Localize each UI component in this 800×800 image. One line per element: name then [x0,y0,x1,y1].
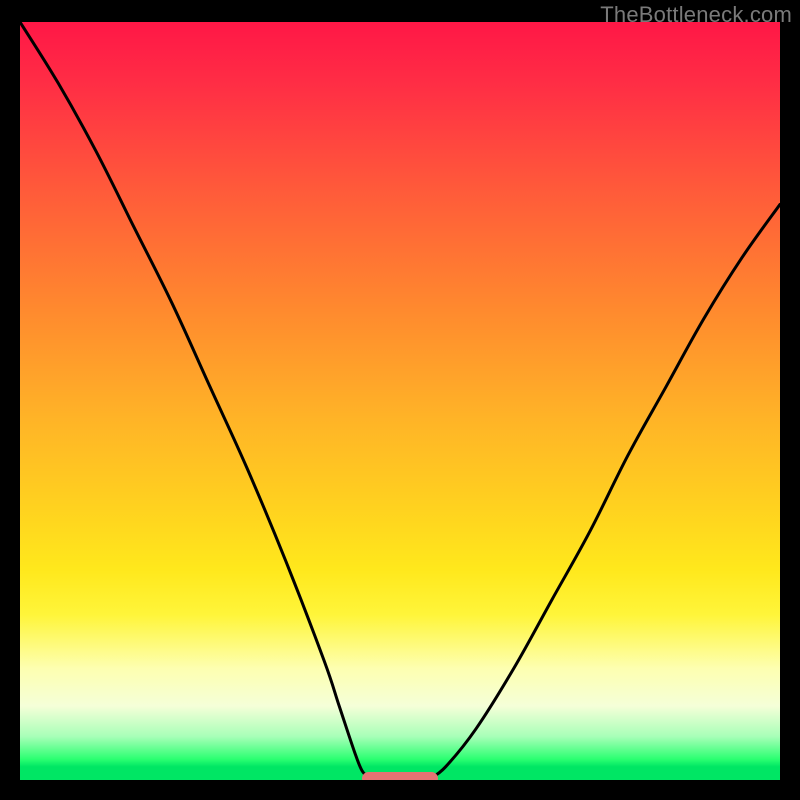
curve-path [20,22,780,778]
plot-bottom-border [20,780,780,782]
watermark-text: TheBottleneck.com [600,2,792,28]
bottleneck-curve [20,22,780,782]
plot-area [20,22,780,782]
image-frame: TheBottleneck.com [0,0,800,800]
